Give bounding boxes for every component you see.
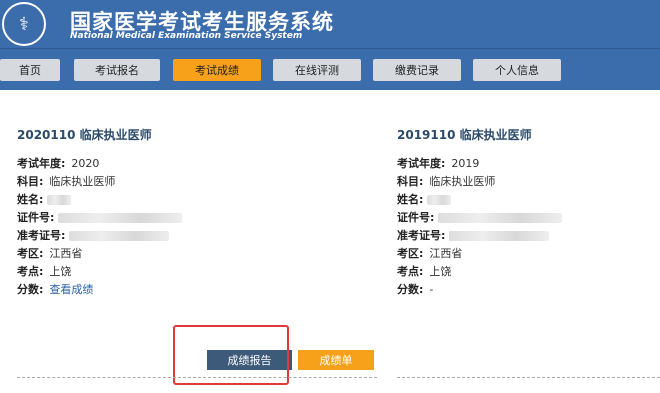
card2-subject-row: 科目: 临床执业医师 (397, 175, 496, 188)
nav-home[interactable]: 首页 (0, 59, 60, 81)
card-title: 2020110 临床执业医师 (17, 128, 152, 142)
header-bar: ⚕ 国家医学考试考生服务系统 National Medical Examinat… (0, 0, 660, 48)
redacted-id (438, 213, 563, 223)
redacted-name (47, 195, 72, 205)
card2-ticket-row: 准考证号: (397, 227, 550, 243)
redacted-ticket (449, 231, 550, 241)
redacted-ticket (69, 231, 170, 241)
nav-payment-records[interactable]: 缴费记录 (373, 59, 461, 81)
main-nav: 首页 考试报名 考试成绩 在线评测 缴费记录 个人信息 (0, 48, 660, 90)
card1-region-row: 考区: 江西省 (17, 247, 83, 260)
nav-registration[interactable]: 考试报名 (74, 59, 160, 81)
card1-subject-row: 科目: 临床执业医师 (17, 175, 116, 188)
app-subtitle: National Medical Examination Service Sys… (70, 31, 303, 41)
nav-online-eval[interactable]: 在线评测 (273, 59, 361, 81)
card1-score-row: 分数: 查看成绩 (17, 283, 94, 296)
card2-site-row: 考点: 上饶 (397, 265, 452, 278)
redacted-name (427, 195, 452, 205)
card2-region-row: 考区: 江西省 (397, 247, 463, 260)
exam-card-2020: 2020110 临床执业医师 (17, 126, 152, 143)
exam-card-2019: 2019110 临床执业医师 (397, 126, 532, 143)
card1-id-row: 证件号: (17, 209, 183, 225)
card1-year-row: 考试年度: 2020 (17, 157, 100, 170)
card1-ticket-row: 准考证号: (17, 227, 170, 243)
card2-name-row: 姓名: (397, 191, 452, 207)
card-title: 2019110 临床执业医师 (397, 128, 532, 142)
score-sheet-button[interactable]: 成绩单 (298, 350, 374, 370)
card1-name-row: 姓名: (17, 191, 72, 207)
highlight-box (173, 325, 289, 385)
card2-id-row: 证件号: (397, 209, 563, 225)
nav-exam-scores[interactable]: 考试成绩 (173, 59, 261, 81)
card1-divider (17, 377, 377, 378)
card2-score-row: 分数: - (397, 283, 434, 296)
nav-profile[interactable]: 个人信息 (473, 59, 561, 81)
view-score-link[interactable]: 查看成绩 (49, 283, 93, 296)
card1-site-row: 考点: 上饶 (17, 265, 72, 278)
card2-divider (397, 377, 660, 378)
card2-year-row: 考试年度: 2019 (397, 157, 480, 170)
redacted-id (58, 213, 183, 223)
logo-icon: ⚕ (2, 2, 46, 46)
